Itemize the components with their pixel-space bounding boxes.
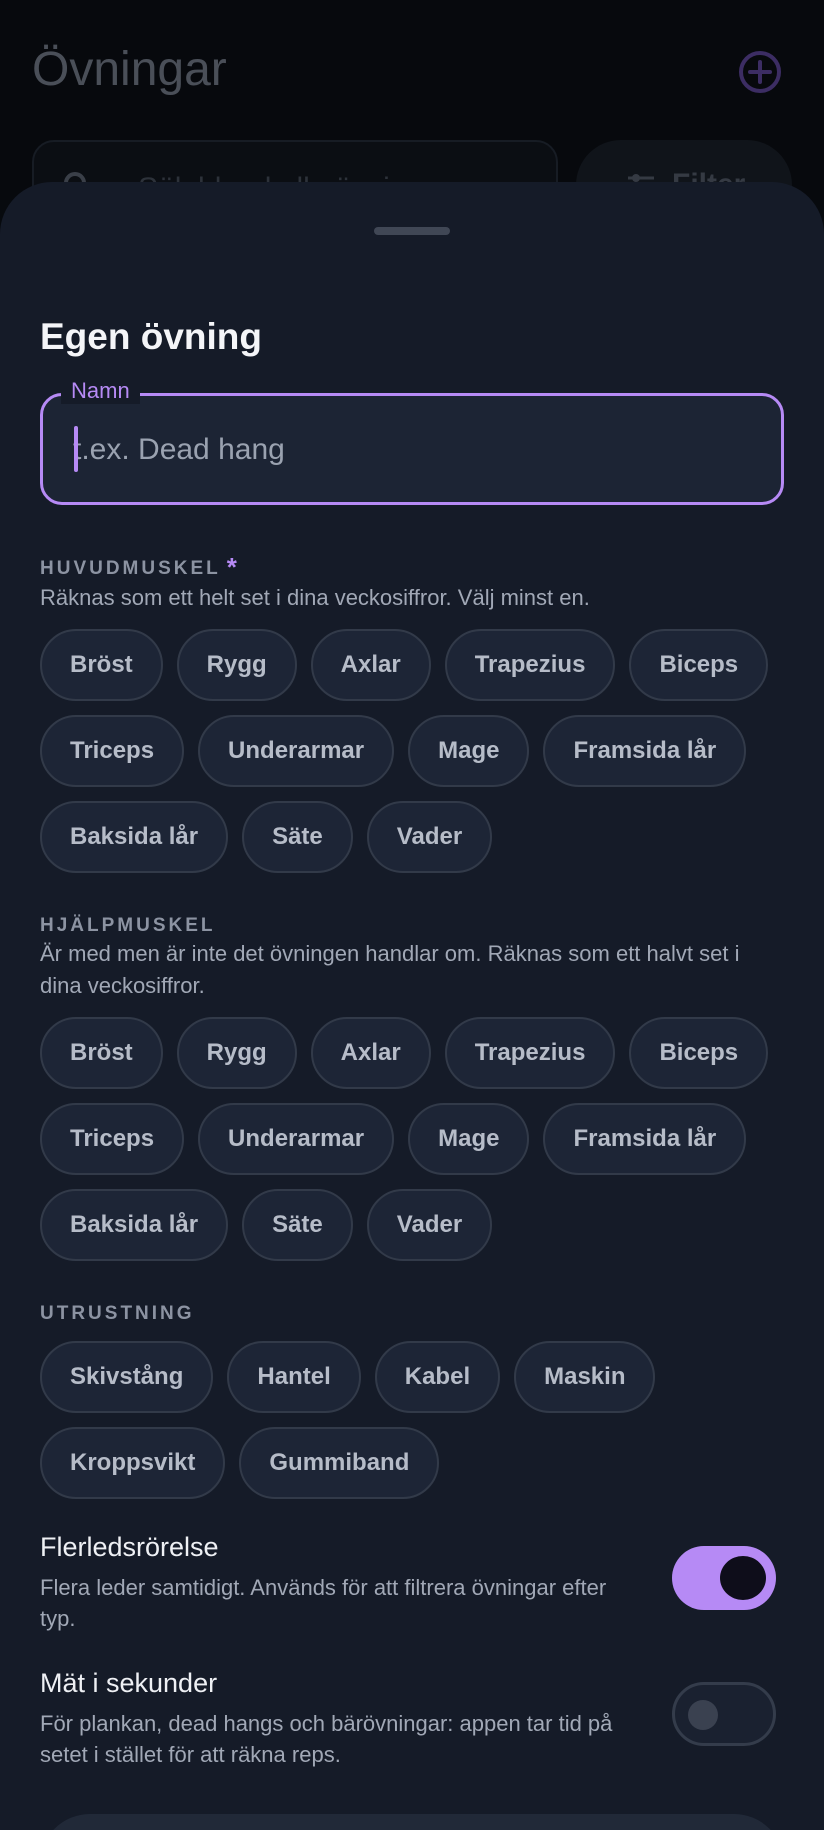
toggle-knob [688,1700,718,1730]
timed-title: Mät i sekunder [40,1668,218,1698]
primary-muscle-label-text: HUVUDMUSKEL [40,558,221,579]
secondary-chip-framsida-lar[interactable]: Framsida lår [543,1103,747,1175]
secondary-chip-mage[interactable]: Mage [408,1103,530,1175]
primary-chip-axlar[interactable]: Axlar [310,629,431,701]
compound-description: Flera leder samtidigt. Används för att f… [40,1575,607,1631]
primary-chip-trapezius[interactable]: Trapezius [444,629,616,701]
secondary-chip-vader[interactable]: Vader [366,1189,493,1261]
equipment-chip-skivstang[interactable]: Skivstång [40,1341,214,1413]
required-marker: * [226,552,237,582]
toggle-knob [720,1556,766,1600]
compound-title: Flerledsrörelse [40,1532,219,1562]
primary-chip-triceps[interactable]: Triceps [40,715,185,787]
secondary-chip-trapezius[interactable]: Trapezius [444,1017,616,1089]
secondary-muscle-description: Är med men är inte det övningen handlar … [40,941,740,998]
primary-chip-vader[interactable]: Vader [366,801,493,873]
equipment-chips: Skivstång Hantel Kabel Maskin Kroppsvikt… [40,1341,800,1499]
primary-chip-sate[interactable]: Säte [242,801,353,873]
custom-exercise-sheet: Egen övning Namn HUVUDMUSKEL* Räknas som… [0,182,824,1830]
equipment-chip-hantel[interactable]: Hantel [227,1341,361,1413]
timed-toggle[interactable] [672,1682,776,1746]
name-field[interactable]: Namn [40,378,784,505]
primary-chip-underarmar[interactable]: Underarmar [198,715,395,787]
name-input[interactable] [73,422,753,478]
save-button[interactable] [40,1814,784,1830]
primary-chip-mage[interactable]: Mage [408,715,530,787]
secondary-chip-sate[interactable]: Säte [242,1189,353,1261]
equipment-chip-maskin[interactable]: Maskin [514,1341,656,1413]
secondary-chip-biceps[interactable]: Biceps [629,1017,769,1089]
primary-chip-baksida-lar[interactable]: Baksida lår [40,801,229,873]
sheet-title: Egen övning [40,316,262,357]
primary-muscle-label: HUVUDMUSKEL * [40,552,237,583]
secondary-chip-baksida-lar[interactable]: Baksida lår [40,1189,229,1261]
equipment-chip-kroppsvikt[interactable]: Kroppsvikt [40,1427,226,1499]
page-title: Övningar [32,43,227,96]
app-root: Övningar Sök bland alla övningar Filter … [0,0,824,1830]
add-circle-icon[interactable] [738,50,782,94]
primary-chip-rygg[interactable]: Rygg [176,629,297,701]
secondary-chip-brost[interactable]: Bröst [40,1017,163,1089]
secondary-chip-axlar[interactable]: Axlar [310,1017,431,1089]
text-caret [74,426,78,472]
name-field-label: Namn [61,378,140,404]
compound-toggle[interactable] [672,1546,776,1610]
primary-muscle-description: Räknas som ett helt set i dina veckosiff… [40,585,590,610]
secondary-muscle-chips: Bröst Rygg Axlar Trapezius Biceps Tricep… [40,1017,800,1261]
equipment-label: UTRUSTNING [40,1303,195,1324]
secondary-chip-underarmar[interactable]: Underarmar [198,1103,395,1175]
timed-description: För plankan, dead hangs och bärövningar:… [40,1711,613,1767]
secondary-chip-triceps[interactable]: Triceps [40,1103,185,1175]
sheet-drag-handle[interactable] [374,227,450,235]
equipment-chip-kabel[interactable]: Kabel [374,1341,501,1413]
secondary-muscle-label: HJÄLPMUSKEL [40,915,216,936]
primary-muscle-chips: Bröst Rygg Axlar Trapezius Biceps Tricep… [40,629,800,873]
primary-chip-brost[interactable]: Bröst [40,629,163,701]
primary-chip-framsida-lar[interactable]: Framsida lår [543,715,747,787]
secondary-chip-rygg[interactable]: Rygg [176,1017,297,1089]
primary-chip-biceps[interactable]: Biceps [629,629,769,701]
equipment-chip-gummiband[interactable]: Gummiband [239,1427,440,1499]
